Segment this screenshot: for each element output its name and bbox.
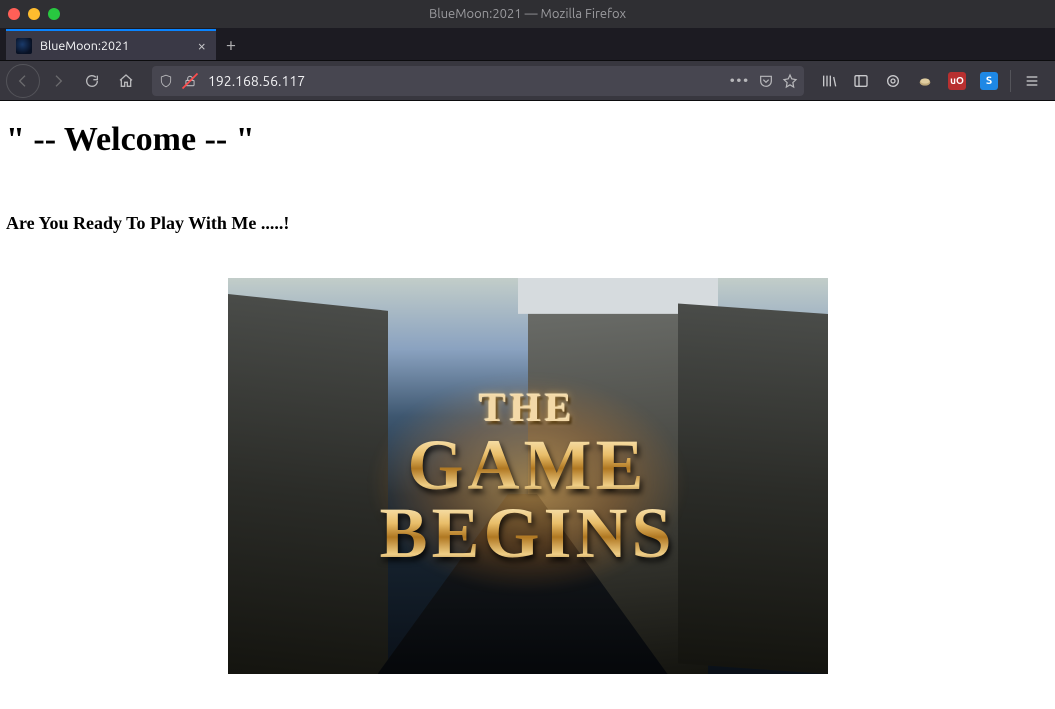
ublock-extension-button[interactable]: uO [942,66,972,96]
sidebar-button[interactable] [846,66,876,96]
tab-close-button[interactable]: × [198,38,206,53]
hero-title-line1: THE [379,384,675,431]
insecure-connection-icon[interactable] [182,73,198,89]
bookmark-button[interactable] [782,73,798,89]
reload-button[interactable] [76,65,108,97]
hero-building-right [678,304,828,674]
hero-building-left [228,294,388,674]
forward-button[interactable] [42,65,74,97]
tracking-protection-icon[interactable] [158,73,174,89]
tab-title: BlueMoon:2021 [40,39,190,53]
close-window-button[interactable] [8,8,20,20]
tab-active[interactable]: BlueMoon:2021 × [6,29,216,60]
arrow-left-icon [15,73,31,89]
hero-title: THE GAME BEGINS [379,384,675,568]
new-tab-button[interactable]: + [216,30,246,60]
extension-icon-2[interactable] [910,66,940,96]
hero-image: THE GAME BEGINS [228,278,828,674]
ublock-icon: uO [948,72,966,90]
page-actions-button[interactable]: ••• [730,74,750,88]
save-to-pocket-button[interactable] [758,73,774,89]
url-bar[interactable]: 192.168.56.117 ••• [152,66,804,96]
page-subheading: Are You Ready To Play With Me .....! [6,213,1049,234]
url-text: 192.168.56.117 [206,73,722,89]
s-icon: S [980,72,998,90]
hero-image-container: THE GAME BEGINS [6,278,1049,674]
reload-icon [84,73,100,89]
back-button[interactable] [6,64,40,98]
window-controls [8,8,60,20]
hero-title-line3: BEGINS [379,500,675,568]
home-icon [118,73,134,89]
navigation-toolbar: 192.168.56.117 ••• uO S [0,61,1055,101]
toolbar-right: uO S [814,66,1049,96]
hero-title-line2: GAME [379,431,675,499]
page-heading: " -- Welcome -- " [6,121,1049,159]
page-content: " -- Welcome -- " Are You Ready To Play … [0,101,1055,674]
minimize-window-button[interactable] [28,8,40,20]
toolbar-divider [1010,70,1011,92]
window-titlebar: BlueMoon:2021 — Mozilla Firefox [0,0,1055,28]
home-button[interactable] [110,65,142,97]
extension-icon-1[interactable] [878,66,908,96]
window-title: BlueMoon:2021 — Mozilla Firefox [0,7,1055,21]
app-menu-button[interactable] [1017,66,1047,96]
arrow-right-icon [50,73,66,89]
maximize-window-button[interactable] [48,8,60,20]
favicon-icon [16,38,32,54]
s-extension-button[interactable]: S [974,66,1004,96]
library-button[interactable] [814,66,844,96]
tab-strip: BlueMoon:2021 × + [0,28,1055,61]
